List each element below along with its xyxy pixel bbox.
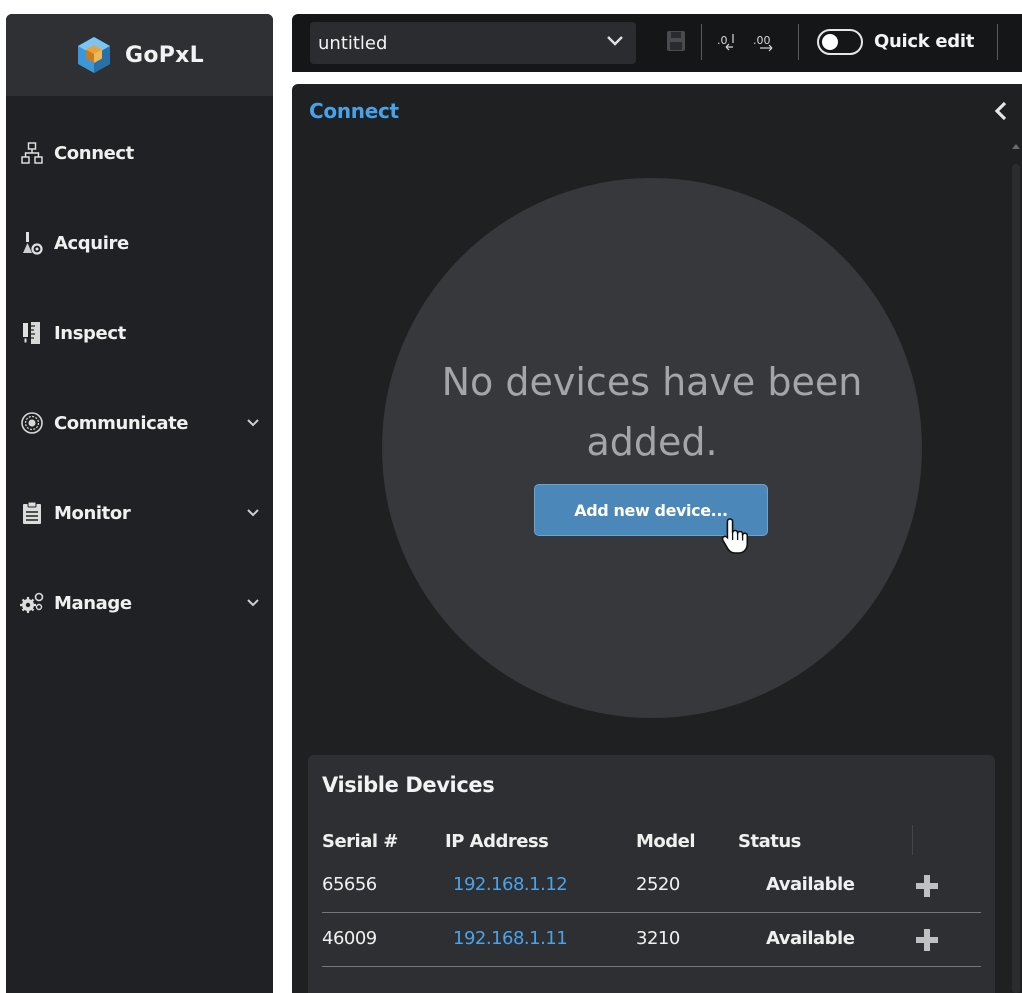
toolbar-divider <box>701 24 702 60</box>
quick-edit-toggle[interactable] <box>817 29 863 55</box>
hand-pointer-icon <box>721 518 749 554</box>
sidebar-nav: Connect Acquire Inspect Communicate Moni… <box>6 108 273 648</box>
table-row[interactable]: 46009 192.168.1.11 3210 Available <box>322 913 981 967</box>
column-header-status[interactable]: Status <box>738 825 801 859</box>
collapse-panel-icon[interactable] <box>994 100 1008 122</box>
logo-bar: GoPxL <box>6 14 273 96</box>
serial-cell: 46009 <box>322 928 377 949</box>
status-cell: Available <box>766 928 855 949</box>
chevron-down-icon[interactable] <box>606 35 624 47</box>
scroll-up-arrow-icon[interactable] <box>1012 142 1020 150</box>
gears-icon <box>20 591 44 615</box>
quick-edit-label: Quick edit <box>874 31 975 52</box>
visible-devices-title: Visible Devices <box>322 773 495 797</box>
toolbar-divider <box>997 24 998 60</box>
sidebar-item-inspect[interactable]: Inspect <box>6 288 273 378</box>
communicate-icon <box>20 411 44 435</box>
sidebar-item-label: Communicate <box>54 412 189 434</box>
sidebar-item-connect[interactable]: Connect <box>6 108 273 198</box>
svg-text:.00: .00 <box>753 34 771 47</box>
chevron-down-icon[interactable] <box>247 599 259 607</box>
sidebar-item-manage[interactable]: Manage <box>6 558 273 648</box>
file-select[interactable]: untitled <box>310 22 636 64</box>
sidebar-item-acquire[interactable]: Acquire <box>6 198 273 288</box>
chevron-down-icon[interactable] <box>247 509 259 517</box>
visible-devices-card: Visible Devices Serial # IP Address Mode… <box>308 755 995 993</box>
table-header: Serial # IP Address Model Status <box>322 825 981 859</box>
column-header-serial[interactable]: Serial # <box>322 825 398 859</box>
sidebar-item-label: Acquire <box>54 232 129 254</box>
devices-table: Serial # IP Address Model Status 65656 1… <box>322 825 981 967</box>
empty-state-message: No devices have been added. <box>441 360 863 464</box>
app-name: GoPxL <box>124 42 204 68</box>
toggle-knob <box>822 34 838 50</box>
toolbar-divider <box>798 24 799 60</box>
gopxl-logo-icon <box>77 37 110 73</box>
ip-address-link[interactable]: 192.168.1.12 <box>453 871 568 899</box>
scrollbar-thumb[interactable] <box>1012 164 1020 993</box>
sidebar: GoPxL Connect Acquire Inspect Communicat… <box>6 14 273 993</box>
sidebar-item-communicate[interactable]: Communicate <box>6 378 273 468</box>
table-row[interactable]: 65656 192.168.1.12 2520 Available <box>322 859 981 913</box>
toolbar: untitled .0 .00 Quick edit <box>292 14 1022 72</box>
model-cell: 3210 <box>636 928 680 949</box>
column-header-model[interactable]: Model <box>636 825 696 859</box>
status-cell: Available <box>766 874 855 895</box>
sidebar-item-label: Inspect <box>54 322 126 344</box>
connect-panel: Connect No devices have been added. Add … <box>292 84 1022 993</box>
inspect-icon <box>20 321 44 345</box>
clipboard-icon <box>20 501 44 525</box>
sidebar-item-label: Monitor <box>54 502 131 524</box>
file-select-value: untitled <box>318 32 388 54</box>
svg-text:.0: .0 <box>717 34 728 47</box>
save-icon[interactable] <box>666 30 686 52</box>
decrease-decimals-icon[interactable]: .0 <box>716 31 742 53</box>
column-divider <box>912 825 913 855</box>
sidebar-item-label: Connect <box>54 142 134 164</box>
add-device-plus-icon[interactable] <box>916 929 938 951</box>
page-title: Connect <box>309 99 399 123</box>
add-device-plus-icon[interactable] <box>916 875 938 897</box>
sidebar-item-label: Manage <box>54 592 132 614</box>
acquire-icon <box>20 231 44 255</box>
ip-address-link[interactable]: 192.168.1.11 <box>453 925 568 953</box>
column-header-ip[interactable]: IP Address <box>445 825 549 859</box>
increase-decimals-icon[interactable]: .00 <box>752 31 780 53</box>
model-cell: 2520 <box>636 874 680 895</box>
serial-cell: 65656 <box>322 874 377 895</box>
chevron-down-icon[interactable] <box>247 419 259 427</box>
network-icon <box>20 141 44 165</box>
sidebar-item-monitor[interactable]: Monitor <box>6 468 273 558</box>
